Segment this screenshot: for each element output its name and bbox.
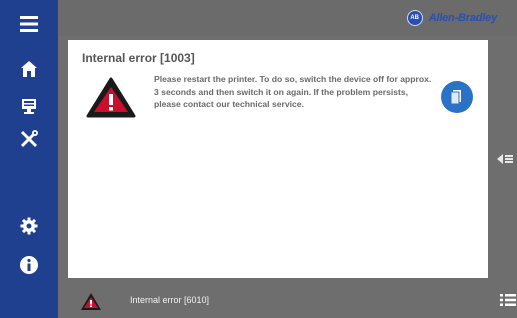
home-icon bbox=[21, 61, 37, 77]
document-button[interactable] bbox=[441, 81, 473, 113]
warning-icon bbox=[86, 77, 136, 118]
status-warning-icon bbox=[81, 293, 101, 310]
tools-button[interactable] bbox=[0, 121, 58, 157]
document-icon bbox=[450, 90, 461, 105]
expand-panel-icon[interactable] bbox=[496, 152, 514, 166]
monitor-button[interactable] bbox=[0, 88, 58, 124]
top-bar: AB Allen-Bradley bbox=[58, 0, 517, 36]
menu-button[interactable] bbox=[0, 6, 58, 42]
tools-icon bbox=[20, 130, 38, 148]
brand: AB Allen-Bradley bbox=[406, 10, 498, 26]
gear-icon bbox=[20, 217, 38, 235]
menu-icon bbox=[20, 16, 38, 32]
info-icon bbox=[20, 256, 38, 274]
error-dialog: Internal error [1003] Please restart the… bbox=[68, 40, 488, 278]
brand-name: Allen-Bradley bbox=[428, 12, 498, 24]
list-icon[interactable] bbox=[500, 293, 516, 307]
dialog-message: Please restart the printer. To do so, sw… bbox=[154, 74, 432, 109]
dialog-title: Internal error [1003] bbox=[82, 51, 195, 65]
sidebar bbox=[0, 0, 58, 318]
status-bar: Internal error [6010] bbox=[58, 284, 517, 318]
info-button[interactable] bbox=[0, 247, 58, 283]
status-message[interactable]: Internal error [6010] bbox=[130, 295, 209, 305]
settings-button[interactable] bbox=[0, 208, 58, 244]
brand-logo: AB bbox=[406, 10, 423, 26]
monitor-icon bbox=[22, 99, 36, 114]
home-button[interactable] bbox=[0, 51, 58, 87]
